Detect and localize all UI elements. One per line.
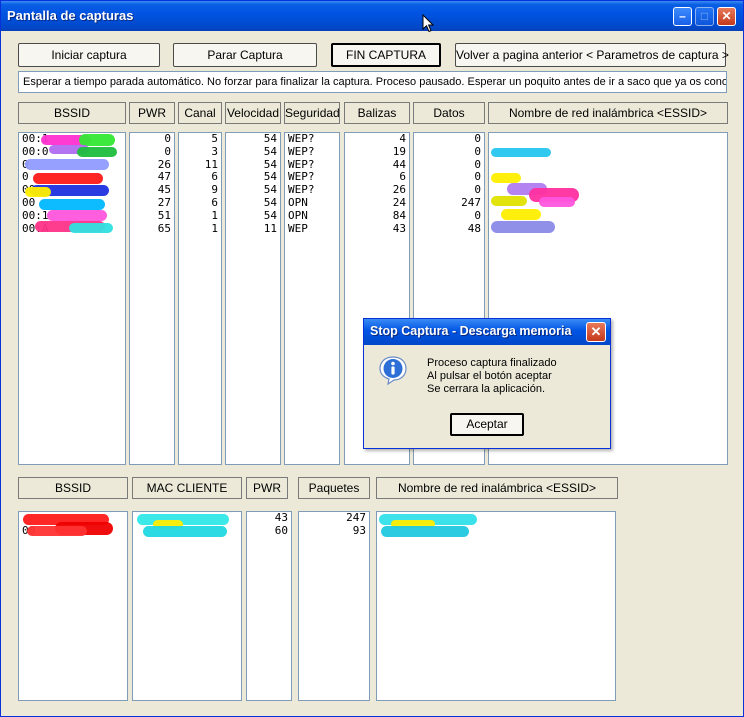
ap-canal-row[interactable]: 1: [179, 209, 221, 223]
client-pwr-row[interactable]: 43: [247, 512, 291, 525]
minimize-button[interactable]: –: [673, 7, 692, 26]
start-capture-button[interactable]: Iniciar captura: [18, 43, 160, 67]
dialog-message: Proceso captura finalizado Al pulsar el …: [427, 357, 557, 396]
dialog-title-bar[interactable]: Stop Captura - Descarga memoria ✕: [364, 319, 610, 345]
ap-balizas-row[interactable]: 84: [345, 209, 409, 223]
redaction-scribble: [69, 223, 113, 233]
dialog-title: Stop Captura - Descarga memoria: [370, 324, 572, 338]
dialog-line-3: Se cerrara la aplicación.: [427, 383, 546, 395]
redaction-scribble: [77, 147, 117, 157]
client-header-mac[interactable]: MAC CLIENTE: [132, 477, 242, 499]
ap-bssid-list[interactable]: 00:100:000000000:100:A: [18, 132, 126, 465]
redaction-scribble: [39, 199, 105, 210]
ap-velocidad-row[interactable]: 54: [226, 209, 280, 223]
dialog-line-1: Proceso captura finalizado: [427, 357, 557, 369]
redaction-scribble: [143, 526, 227, 537]
ap-balizas-row[interactable]: 4: [345, 133, 409, 146]
ap-balizas-row[interactable]: 19: [345, 145, 409, 159]
ap-seguridad-row[interactable]: OPN: [285, 209, 339, 223]
capture-window: Pantalla de capturas – □ ✕ Iniciar captu…: [0, 0, 744, 717]
header-datos[interactable]: Datos: [413, 102, 485, 124]
client-bssid-list[interactable]: 00: [18, 511, 128, 701]
info-icon: [379, 356, 407, 385]
maximize-button[interactable]: □: [695, 7, 714, 26]
ap-datos-row[interactable]: 48: [414, 222, 484, 236]
ap-pwr-row[interactable]: 65: [130, 222, 174, 236]
redaction-scribble: [25, 187, 51, 197]
ap-canal-row[interactable]: 6: [179, 196, 221, 210]
ap-balizas-row[interactable]: 24: [345, 196, 409, 210]
client-paquetes-list[interactable]: 247 93: [298, 511, 370, 701]
ap-pwr-list[interactable]: 0 0 26 47 45 27 51 65: [129, 132, 175, 465]
ap-datos-row[interactable]: 0: [414, 209, 484, 223]
accept-button[interactable]: Aceptar: [450, 413, 524, 436]
stop-capture-button[interactable]: Parar Captura: [173, 43, 317, 67]
ap-pwr-row[interactable]: 27: [130, 196, 174, 210]
header-bssid[interactable]: BSSID: [18, 102, 126, 124]
redaction-scribble: [137, 514, 229, 525]
redaction-scribble: [539, 197, 575, 207]
ap-pwr-row[interactable]: 0: [130, 145, 174, 159]
ap-seguridad-list[interactable]: WEP? WEP? WEP? WEP? WEP? OPN OPN WEP: [284, 132, 340, 465]
header-canal[interactable]: Canal: [178, 102, 222, 124]
ap-velocidad-row[interactable]: 54: [226, 196, 280, 210]
header-velocidad[interactable]: Velocidad: [225, 102, 281, 124]
client-header-paquetes[interactable]: Paquetes: [298, 477, 370, 499]
header-balizas[interactable]: Balizas: [344, 102, 410, 124]
ap-velocidad-list[interactable]: 54 54 54 54 54 54 54 11: [225, 132, 281, 465]
ap-seguridad-row[interactable]: WEP: [285, 222, 339, 236]
client-mac-list[interactable]: [132, 511, 242, 701]
ap-datos-row[interactable]: 0: [414, 133, 484, 146]
client-pwr-list[interactable]: 43 60: [246, 511, 292, 701]
redaction-scribble: [27, 526, 87, 536]
header-seguridad[interactable]: Seguridad: [284, 102, 340, 124]
client-header-bssid[interactable]: BSSID: [18, 477, 128, 499]
redaction-scribble: [491, 148, 551, 157]
ap-seguridad-row[interactable]: OPN: [285, 196, 339, 210]
ap-pwr-row[interactable]: 51: [130, 209, 174, 223]
client-paquetes-row[interactable]: 247: [299, 512, 369, 525]
dialog-line-2: Al pulsar el botón aceptar: [427, 370, 552, 382]
redaction-scribble: [25, 159, 109, 170]
close-button[interactable]: ✕: [717, 7, 736, 26]
title-bar[interactable]: Pantalla de capturas – □ ✕: [1, 1, 743, 31]
header-pwr[interactable]: PWR: [129, 102, 175, 124]
ap-datos-row[interactable]: 247: [414, 196, 484, 210]
client-header-pwr[interactable]: PWR: [246, 477, 288, 499]
ap-velocidad-row[interactable]: 54: [226, 133, 280, 146]
ap-datos-row[interactable]: 0: [414, 145, 484, 159]
redaction-scribble: [491, 196, 527, 206]
redaction-scribble: [491, 221, 555, 233]
ap-pwr-row[interactable]: 0: [130, 133, 174, 146]
ap-canal-row[interactable]: 1: [179, 222, 221, 236]
ap-canal-row[interactable]: 3: [179, 145, 221, 159]
ap-balizas-row[interactable]: 43: [345, 222, 409, 236]
ap-essid-row[interactable]: [489, 159, 727, 172]
ap-seguridad-row[interactable]: WEP?: [285, 145, 339, 159]
stop-capture-dialog: Stop Captura - Descarga memoria ✕ Proces…: [363, 318, 611, 449]
redaction-scribble: [491, 173, 521, 183]
redaction-scribble: [501, 209, 541, 220]
status-message: Esperar a tiempo parada automático. No f…: [18, 71, 727, 93]
redaction-scribble: [47, 210, 107, 221]
redaction-scribble: [381, 526, 469, 537]
ap-essid-row[interactable]: [489, 133, 727, 146]
ap-velocidad-row[interactable]: 11: [226, 222, 280, 236]
ap-canal-row[interactable]: 5: [179, 133, 221, 146]
client-pwr-row[interactable]: 60: [247, 524, 291, 538]
client-header-essid[interactable]: Nombre de red inalámbrica <ESSID>: [376, 477, 618, 499]
header-essid[interactable]: Nombre de red inalámbrica <ESSID>: [488, 102, 728, 124]
window-title: Pantalla de capturas: [7, 8, 134, 23]
redaction-scribble: [33, 173, 103, 184]
mouse-cursor-icon: [422, 14, 434, 33]
dialog-close-button[interactable]: ✕: [586, 322, 606, 342]
ap-canal-list[interactable]: 5 3 11 6 9 6 1 1: [178, 132, 222, 465]
back-to-parameters-button[interactable]: Volver a pagina anterior < Parametros de…: [455, 43, 729, 67]
ap-seguridad-row[interactable]: WEP?: [285, 133, 339, 146]
client-paquetes-row[interactable]: 93: [299, 524, 369, 538]
ap-velocidad-row[interactable]: 54: [226, 145, 280, 159]
client-essid-list[interactable]: [376, 511, 616, 701]
finish-capture-button[interactable]: FIN CAPTURA: [331, 43, 441, 67]
